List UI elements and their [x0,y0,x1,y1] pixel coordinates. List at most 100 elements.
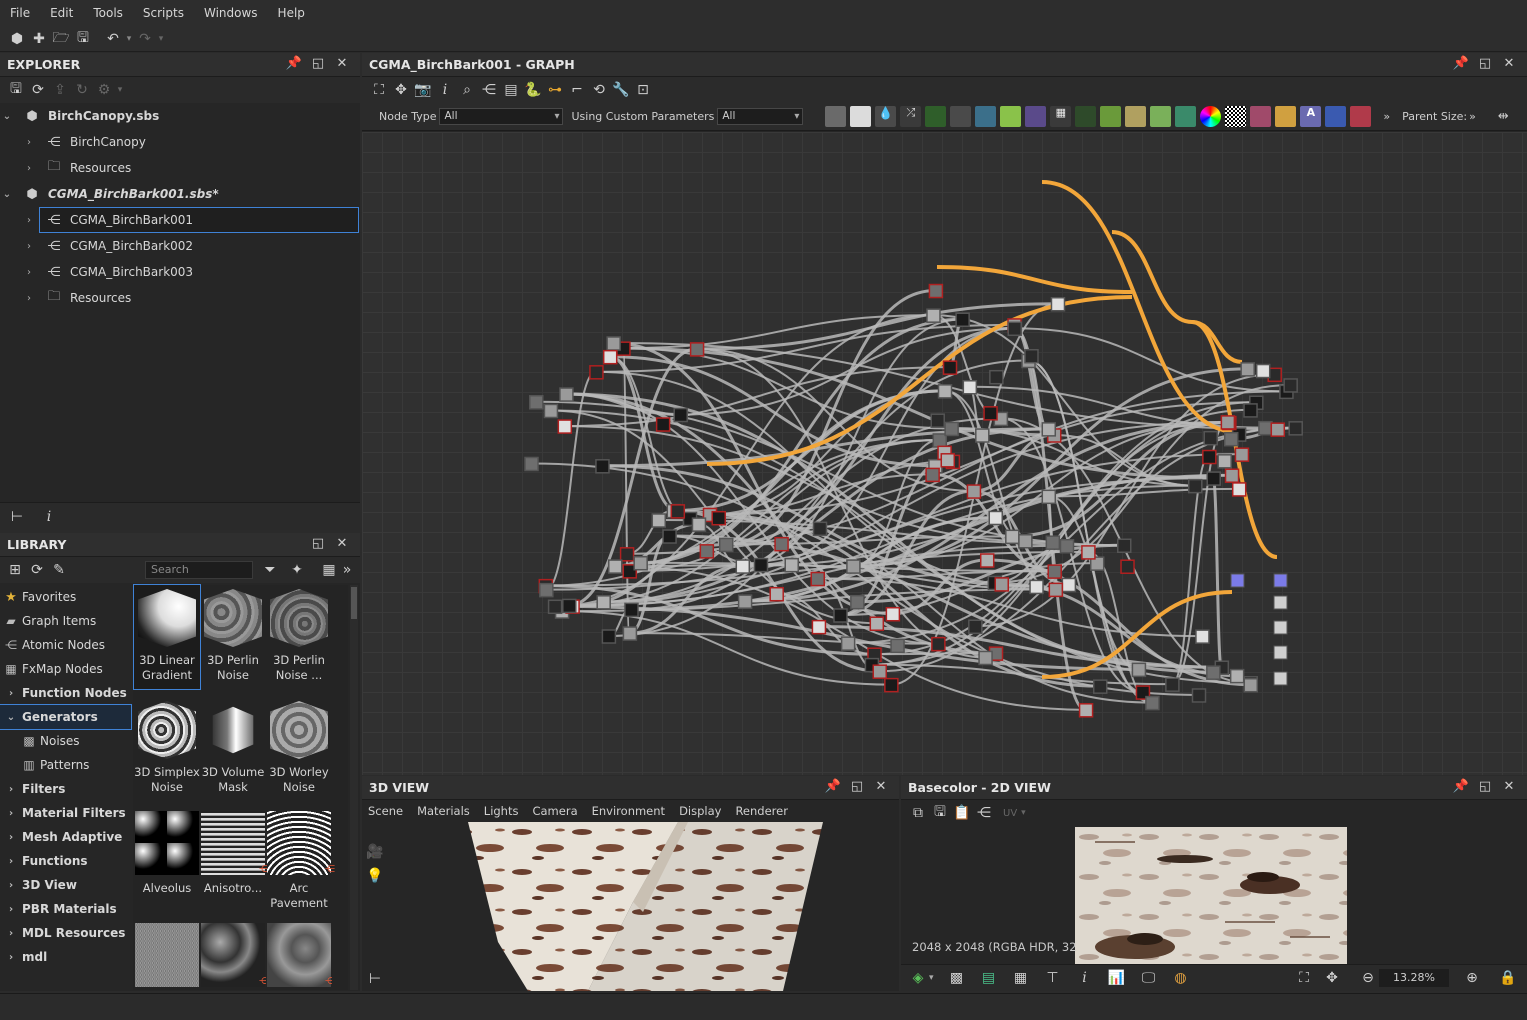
graph-node[interactable] [975,428,990,443]
graph-node[interactable] [1092,679,1108,694]
search-input[interactable]: Search [145,561,253,579]
graph-node[interactable] [872,664,888,679]
maximize-icon[interactable]: ◱ [1473,779,1497,794]
graph-node[interactable] [1145,695,1160,711]
graph-node[interactable] [926,308,941,323]
info-icon[interactable]: i [1074,968,1096,988]
gradient-icon[interactable] [1000,106,1022,127]
sphere-icon[interactable] [950,106,972,127]
graph-node[interactable] [651,513,667,528]
graph-node[interactable] [1045,535,1061,550]
graph-node[interactable] [589,365,604,380]
add-folder-icon[interactable]: ⊞ [4,560,26,580]
graph-node[interactable] [735,559,751,574]
graph-node[interactable] [557,419,573,434]
graph-node[interactable] [979,553,995,568]
graph-node[interactable] [966,484,982,499]
tree-item-cgma-birchbark003[interactable]: › ⋲ CGMA_BirchBark003 [0,259,360,285]
graph-node[interactable] [529,395,544,410]
graph-node[interactable] [962,380,978,395]
paint-bucket-icon[interactable] [1350,106,1372,127]
paste-icon[interactable]: 📋 [951,803,973,823]
category-mesh-adaptive[interactable]: › Mesh Adaptive [0,825,131,849]
uv-toggle[interactable]: UV [1003,808,1017,819]
light-bulb-icon[interactable]: 💡 [364,866,386,886]
export-icon[interactable]: ⇪ [49,80,71,100]
graph-node[interactable] [737,594,753,609]
output-node[interactable] [1273,573,1288,588]
graph-node[interactable] [699,544,715,559]
graph-node[interactable] [811,619,827,635]
category-patterns[interactable]: ▥ Patterns [0,753,131,777]
transform-icon[interactable] [975,106,997,127]
graph-node[interactable] [718,537,734,553]
graph-node[interactable] [1187,478,1203,494]
chevron-down-icon[interactable]: ⌄ [0,111,14,122]
settings-dropdown-icon[interactable]: ▾ [115,80,125,100]
text-icon[interactable]: A [1300,106,1322,127]
graph-node[interactable] [1220,415,1236,430]
comment-icon[interactable]: ▤ [500,80,522,100]
graph-node[interactable] [1258,420,1273,436]
fit-icon[interactable]: ⛶ [1293,968,1315,988]
color-wheel-icon[interactable] [1200,106,1222,127]
menu-edit[interactable]: Edit [50,6,73,20]
graph-node[interactable] [1005,529,1020,545]
fit-view-icon[interactable]: ✥ [390,80,412,100]
library-item-3d-worley-noise[interactable]: ⋲ 3D Worley Noise [266,697,332,801]
graph-node[interactable] [988,510,1004,526]
menu-renderer[interactable]: Renderer [735,804,788,818]
menu-camera[interactable]: Camera [532,804,577,818]
chevron-down-icon[interactable]: ▾ [1021,808,1026,818]
tree-item-cgma-birchbark002[interactable]: › ⋲ CGMA_BirchBark002 [0,233,360,259]
graph-node[interactable] [940,453,956,468]
redo-dropdown-icon[interactable]: ▾ [156,29,166,49]
graph-node[interactable] [1120,559,1135,574]
save-icon[interactable]: 🖫 [5,80,27,100]
chevron-down-icon[interactable]: ⌄ [0,189,14,200]
info-icon[interactable]: i [434,80,456,100]
maximize-icon[interactable]: ◱ [1473,56,1497,71]
graph-node[interactable] [1283,378,1298,393]
graph-node[interactable] [884,677,899,693]
graph-node[interactable] [543,403,559,419]
output-node[interactable] [1273,595,1288,610]
maximize-icon[interactable]: ◱ [306,56,330,71]
library-item-3d-perlin-noise[interactable]: ⋲ 3D Perlin Noise [200,585,266,689]
new-package-icon[interactable]: ⬢ [6,29,28,49]
graph-node[interactable] [810,571,826,587]
info-icon[interactable]: i [38,507,60,527]
filter-icon[interactable]: ⏷ [259,560,281,580]
graph-node[interactable] [869,616,885,631]
graph-node[interactable] [925,467,940,483]
favorite-add-icon[interactable]: ✦ [286,560,308,580]
graph-node[interactable] [930,413,945,428]
graph-node[interactable] [595,459,610,474]
checker-icon[interactable]: ▩ [946,968,968,988]
noise-icon[interactable] [1225,106,1247,127]
blend-icon[interactable] [850,106,872,127]
fill-icon[interactable] [1075,106,1097,127]
output-node[interactable] [1273,671,1288,686]
library-item-3d-volume-mask[interactable]: ⋲ 3D Volume Mask [200,697,266,801]
graph-node[interactable] [1255,363,1271,379]
library-item-3d-simplex-noise[interactable]: ⋲ 3D Simplex Noise [134,697,200,801]
graph-node[interactable] [1081,545,1096,560]
tree-item-birchcanopy-graph[interactable]: › ⋲ BirchCanopy [0,129,360,155]
graph-node[interactable] [1061,577,1077,593]
graph-node[interactable] [937,384,953,399]
pin-icon[interactable]: 📌 [1449,56,1473,71]
history-icon[interactable]: ⟲ [588,80,610,100]
output-node[interactable] [1230,573,1245,588]
new-graph-icon[interactable]: ✚ [28,29,50,49]
layers-icon[interactable]: ◈ [907,968,929,988]
save-icon[interactable]: 🖫 [72,29,94,49]
graph-node[interactable] [1243,403,1258,418]
chevron-right-icon[interactable]: › [22,215,36,226]
menu-lights[interactable]: Lights [484,804,519,818]
graph-node[interactable] [1202,449,1217,465]
library-item-noise-thumb-3[interactable]: ⋲ [266,921,332,990]
graph-node[interactable] [1041,422,1057,437]
category-function-nodes[interactable]: › Function Nodes [0,681,131,705]
graph-node[interactable] [1117,538,1132,554]
